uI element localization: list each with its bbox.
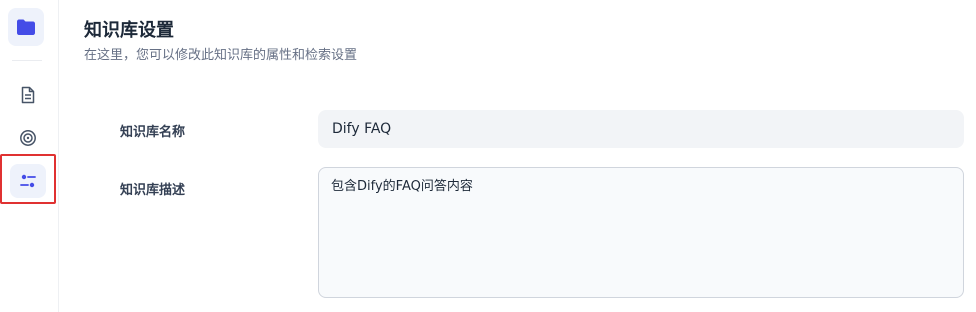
sidebar xyxy=(0,0,59,312)
page-title: 知识库设置 xyxy=(84,20,174,41)
target-icon xyxy=(20,130,36,146)
sidebar-item-documents[interactable] xyxy=(10,78,46,112)
dataset-icon-tile[interactable] xyxy=(8,8,44,46)
name-label: 知识库名称 xyxy=(120,125,186,140)
description-label: 知识库描述 xyxy=(120,183,186,198)
sidebar-item-hit-testing[interactable] xyxy=(10,121,46,155)
page-subtitle: 在这里，您可以修改此知识库的属性和检索设置 xyxy=(84,48,358,63)
highlight-annotation xyxy=(0,154,56,204)
folder-icon xyxy=(17,19,35,35)
document-icon xyxy=(21,86,35,104)
sidebar-divider xyxy=(12,60,42,61)
dataset-description-input[interactable]: 包含Dify的FAQ问答内容 xyxy=(318,167,964,298)
dataset-name-input[interactable] xyxy=(318,110,964,148)
